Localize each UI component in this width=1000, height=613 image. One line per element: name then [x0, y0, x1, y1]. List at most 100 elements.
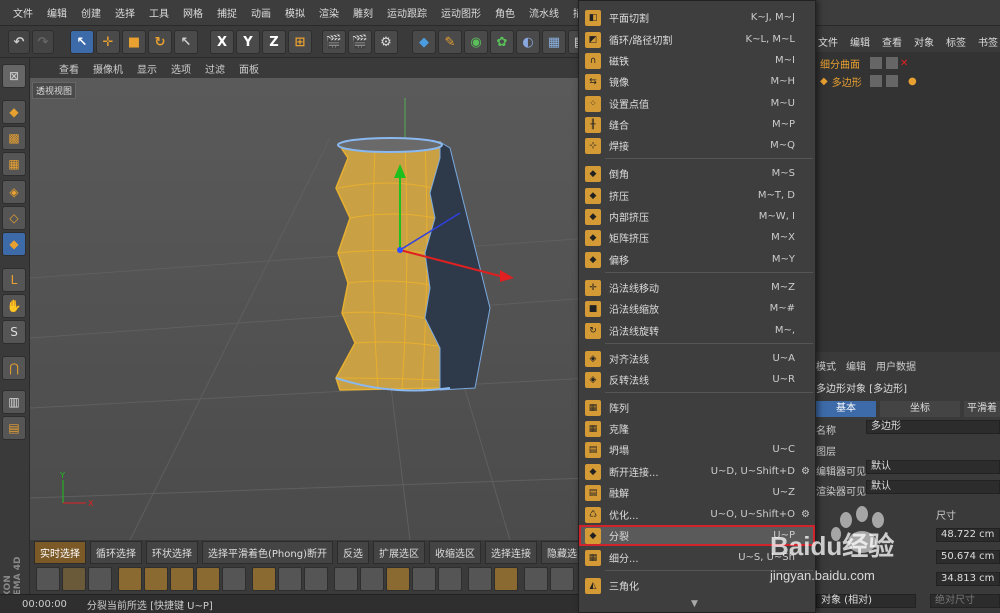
floor-icon[interactable]: ▦	[542, 30, 566, 54]
am-menu-userdata[interactable]: 用户数据	[876, 358, 916, 373]
menu-tools[interactable]: 工具	[142, 5, 176, 20]
menu-item-loop-path-cut[interactable]: ◩ 循环/路径切割 K~L, M~L	[579, 29, 815, 50]
grow-selection-button[interactable]: 扩展选区	[372, 540, 425, 564]
menu-item-plane-cut[interactable]: ◧ 平面切割 K~J, M~J	[579, 7, 815, 28]
redo-icon[interactable]: ↷	[32, 30, 54, 54]
stitch-tool-icon[interactable]	[412, 567, 436, 591]
visibility-toggle-icon[interactable]	[870, 75, 882, 87]
menu-item-matrix-extrude[interactable]: ◆ 矩阵挤压 M~X	[579, 227, 815, 248]
menu-item-extrude[interactable]: ◆ 挤压 M~T, D	[579, 185, 815, 206]
cloner-icon[interactable]: ✿	[490, 30, 514, 54]
menu-select[interactable]: 选择	[108, 5, 142, 20]
menu-render[interactable]: 渲染	[312, 5, 346, 20]
menu-item-mirror[interactable]: ⇆ 镜像 M~H	[579, 71, 815, 92]
invert-selection-button[interactable]: 反选	[336, 540, 369, 564]
lock-workplane-icon[interactable]: ▥	[2, 390, 26, 414]
snapping-icon[interactable]: S	[2, 320, 26, 344]
object-row-subdivision[interactable]: 细分曲面 ✕	[816, 54, 1000, 72]
texture-mode-icon[interactable]: ▩	[2, 126, 26, 150]
model-mode-icon[interactable]: ◆	[2, 100, 26, 124]
array-tool-icon[interactable]	[550, 567, 574, 591]
line-cut-icon[interactable]	[36, 567, 60, 591]
menu-item-clone[interactable]: ▦ 克隆	[579, 418, 815, 439]
menu-snap[interactable]: 捕捉	[210, 5, 244, 20]
workplane-icon[interactable]: ▦	[2, 152, 26, 176]
om-menu-edit[interactable]: 编辑	[850, 34, 870, 49]
weld-tool-icon[interactable]	[360, 567, 384, 591]
menu-mesh[interactable]: 网格	[176, 5, 210, 20]
menu-motion-tracking[interactable]: 运动跟踪	[380, 5, 434, 20]
pen-icon[interactable]: ✎	[438, 30, 462, 54]
om-menu-bookmarks[interactable]: 书签	[978, 34, 998, 49]
disabled-x-icon[interactable]: ✕	[900, 58, 908, 69]
move-tool-icon[interactable]: ✛	[96, 30, 120, 54]
scale-tool-icon[interactable]: ■	[122, 30, 146, 54]
tab-basic[interactable]: 基本	[816, 401, 876, 417]
menu-character[interactable]: 角色	[488, 5, 522, 20]
phong-break-selection-button[interactable]: 选择平滑着色(Phong)断开	[202, 540, 333, 564]
planar-workplane-icon[interactable]: ▤	[2, 416, 26, 440]
extrude-tool-icon[interactable]	[170, 567, 194, 591]
menu-item-normal-scale[interactable]: ■ 沿法线缩放 M~#	[579, 298, 815, 319]
render-toggle-icon[interactable]	[886, 75, 898, 87]
edges-mode-icon[interactable]: ◇	[2, 206, 26, 230]
om-menu-tags[interactable]: 标签	[946, 34, 966, 49]
magnet-icon[interactable]: ⋂	[2, 356, 26, 380]
menu-item-normal-move[interactable]: ✛ 沿法线移动 M~Z	[579, 277, 815, 298]
menu-simulate[interactable]: 模拟	[278, 5, 312, 20]
y-axis-lock-icon[interactable]: Y	[236, 30, 260, 54]
make-editable-icon[interactable]: ⊠	[2, 64, 26, 88]
settings-gear-icon[interactable]: ⚙	[801, 466, 810, 477]
polygons-mode-icon[interactable]: ◆	[2, 232, 26, 256]
vp-menu-camera[interactable]: 摄像机	[86, 61, 130, 76]
menu-item-bevel[interactable]: ◆ 倒角 M~S	[579, 163, 815, 184]
vp-menu-display[interactable]: 显示	[130, 61, 164, 76]
menu-item-normal-rotate[interactable]: ↻ 沿法线旋转 M~,	[579, 320, 815, 341]
tab-phong[interactable]: 平滑着	[964, 401, 1000, 417]
om-menu-objects[interactable]: 对象	[914, 34, 934, 49]
loop-selection-button[interactable]: 循环选择	[90, 540, 142, 564]
menu-item-align-normals[interactable]: ◈ 对齐法线 U~A	[579, 348, 815, 369]
live-selection-button[interactable]: 实时选择	[34, 540, 86, 564]
axis-mode-icon[interactable]: L	[2, 268, 26, 292]
menu-item-disconnect[interactable]: ◆ 断开连接... U~D, U~Shift+D ⚙	[579, 461, 815, 482]
menu-mograph[interactable]: 运动图形	[434, 5, 488, 20]
render-settings-icon[interactable]: ⚙	[374, 30, 398, 54]
x-axis-lock-icon[interactable]: X	[210, 30, 234, 54]
menu-animate[interactable]: 动画	[244, 5, 278, 20]
render-toggle-icon[interactable]	[886, 57, 898, 69]
scroll-down-arrow-icon[interactable]: ▼	[691, 599, 698, 609]
om-menu-file[interactable]: 文件	[818, 34, 838, 49]
menu-item-weld[interactable]: ⊹ 焊接 M~Q	[579, 135, 815, 156]
vp-menu-options[interactable]: 选项	[164, 61, 198, 76]
coordinate-system-icon[interactable]: ⊞	[288, 30, 312, 54]
menu-item-set-point-value[interactable]: ⁘ 设置点值 M~U	[579, 93, 815, 114]
brush-icon[interactable]	[118, 567, 142, 591]
menu-item-stitch[interactable]: ╫ 缝合 M~P	[579, 114, 815, 135]
vp-menu-filter[interactable]: 过滤	[198, 61, 232, 76]
am-menu-edit[interactable]: 编辑	[846, 358, 866, 373]
tweak-mode-icon[interactable]: ✋	[2, 294, 26, 318]
menu-item-magnet[interactable]: ∩ 磁铁 M~I	[579, 50, 815, 71]
visibility-toggle-icon[interactable]	[870, 57, 882, 69]
perspective-viewport[interactable]: Y X	[30, 78, 590, 540]
undo-icon[interactable]: ↶	[8, 30, 30, 54]
bridge-tool-icon[interactable]	[304, 567, 328, 591]
cube-icon[interactable]: ◆	[412, 30, 436, 54]
bevel-tool-icon[interactable]	[278, 567, 302, 591]
menu-pipeline[interactable]: 流水线	[522, 5, 566, 20]
object-row-polygon[interactable]: ◆ 多边形 ●	[816, 72, 1000, 90]
menu-item-collapse[interactable]: ▤ 坍塌 U~C	[579, 439, 815, 460]
vp-menu-view[interactable]: 查看	[52, 61, 86, 76]
set-point-icon[interactable]	[524, 567, 548, 591]
deformer-icon[interactable]: ◐	[516, 30, 540, 54]
menu-item-offset[interactable]: ◆ 偏移 M~Y	[579, 249, 815, 270]
knife-icon[interactable]	[62, 567, 86, 591]
select-tool-icon[interactable]: ↖	[70, 30, 94, 54]
last-tool-icon[interactable]: ↖	[174, 30, 198, 54]
subdivision-icon[interactable]: ◉	[464, 30, 488, 54]
name-field[interactable]: 多边形	[866, 420, 1000, 434]
menu-create[interactable]: 创建	[74, 5, 108, 20]
render-picture-viewer-icon[interactable]: 🎬	[348, 30, 372, 54]
cube-tool-icon[interactable]	[222, 567, 246, 591]
